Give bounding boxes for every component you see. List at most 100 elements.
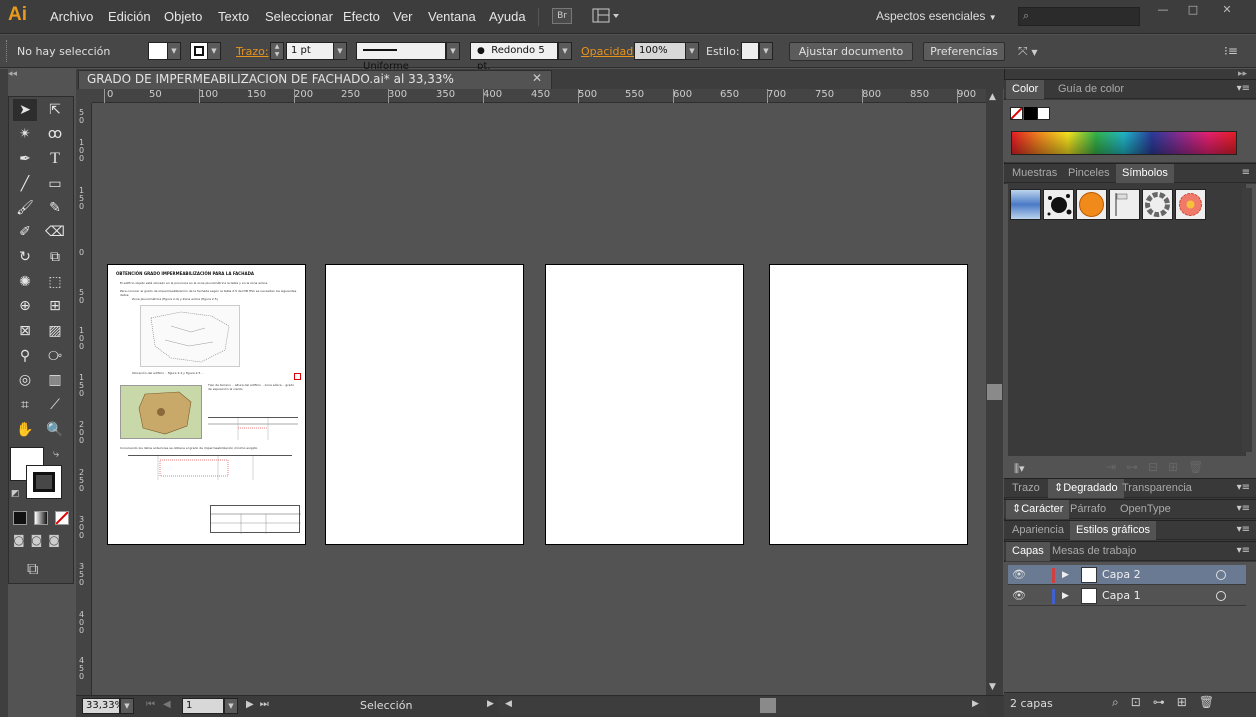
stroke-swatch[interactable]	[190, 42, 208, 60]
stroke-profile-select[interactable]: Uniforme	[356, 42, 446, 72]
tab-transparencia[interactable]: Transparencia	[1116, 479, 1198, 498]
maximize-button[interactable]: □	[1180, 3, 1206, 17]
blend-tool-icon[interactable]: ⧂	[43, 345, 67, 367]
scroll-down-icon[interactable]: ▼	[989, 682, 996, 692]
menu-seleccionar[interactable]: Seleccionar	[265, 9, 333, 24]
tab-color[interactable]: Color	[1006, 80, 1045, 99]
shape-builder-tool-icon[interactable]: ⊕	[13, 295, 37, 317]
control-menu-icon[interactable]: ⁝≡	[1224, 44, 1238, 58]
opacity-input[interactable]: 100%	[634, 42, 686, 60]
zoom-dropdown[interactable]: ▼	[120, 698, 134, 714]
symbol-flower[interactable]	[1175, 189, 1206, 220]
artboard-1[interactable]: OBTENCIÓN GRADO IMPERMEABILIZACIÓN PARA …	[107, 264, 306, 545]
panel-menu-icon[interactable]: ▾≡	[1237, 83, 1250, 94]
tab-parrafo[interactable]: Párrafo	[1064, 500, 1112, 519]
vertical-scroll-thumb[interactable]	[987, 384, 1002, 400]
perspective-grid-tool-icon[interactable]: ⊞	[43, 295, 67, 317]
stroke-color-box[interactable]	[26, 465, 62, 499]
zoom-input[interactable]: 33,33%	[82, 698, 124, 714]
paintbrush-tool-icon[interactable]: 🖌	[13, 197, 37, 219]
artboard-2[interactable]	[325, 264, 524, 545]
tab-capas[interactable]: Capas	[1006, 542, 1050, 561]
tab-simbolos[interactable]: Símbolos	[1116, 164, 1174, 183]
layer-name[interactable]: Capa 1	[1102, 586, 1141, 606]
eye-icon[interactable]: 👁	[1012, 586, 1026, 606]
menu-edicion[interactable]: Edición	[108, 9, 151, 24]
stroke-profile-dropdown[interactable]: ▼	[446, 42, 460, 60]
ruler-origin[interactable]	[76, 89, 92, 103]
symbol-actions-icons[interactable]: ⇥⊶⊟⊞🗑	[1106, 460, 1213, 474]
tab-muestras[interactable]: Muestras	[1006, 164, 1063, 183]
symbol-sprayer-tool-icon[interactable]: ◎	[13, 369, 37, 391]
horizontal-scroll-thumb[interactable]	[760, 698, 776, 713]
menu-texto[interactable]: Texto	[218, 9, 249, 24]
workspace-switcher[interactable]: Aspectos esenciales ▼	[876, 9, 997, 23]
rectangle-tool-icon[interactable]: ▭	[43, 173, 67, 195]
tab-mesas-de-trabajo[interactable]: Mesas de trabajo	[1046, 542, 1142, 561]
symbol-libraries-icon[interactable]: ⫼▾	[1014, 462, 1025, 476]
fill-dropdown[interactable]: ▼	[167, 42, 181, 60]
next-last-artboard-icons[interactable]: ▶⏭	[246, 699, 275, 710]
expand-panels-icon[interactable]: ▸▸	[1238, 69, 1247, 79]
tab-apariencia[interactable]: Apariencia	[1006, 521, 1070, 540]
panel-menu-icon[interactable]: ▾≡	[1237, 545, 1250, 556]
direct-selection-tool-icon[interactable]: ⇱	[43, 99, 67, 121]
swap-colors-icon[interactable]: ⤷	[53, 447, 59, 461]
stroke-weight-dropdown[interactable]: ▼	[333, 42, 347, 60]
scroll-up-icon[interactable]: ▲	[989, 92, 996, 102]
artboard-tool-icon[interactable]: ⌗	[13, 394, 37, 416]
preferences-button[interactable]: Preferencias	[923, 42, 1005, 61]
magic-wand-tool-icon[interactable]: ✴	[13, 123, 37, 145]
symbol-ring[interactable]	[1142, 189, 1173, 220]
screen-mode-icon[interactable]: ⧉	[27, 559, 38, 579]
warp-tool-icon[interactable]: ✺	[13, 271, 37, 293]
stroke-weight-stepper[interactable]: ▲ ▼	[270, 42, 284, 60]
panel-menu-icon[interactable]: ≡	[1242, 167, 1250, 178]
column-graph-tool-icon[interactable]: ▥	[43, 369, 67, 391]
line-tool-icon[interactable]: ╱	[13, 173, 37, 195]
status-menu-icon[interactable]: ▶	[487, 699, 494, 709]
graphic-style-swatch[interactable]	[741, 42, 759, 60]
expand-layer-icon[interactable]: ▶	[1062, 565, 1069, 585]
brush-select[interactable]: ● Redondo 5 pt.	[470, 42, 558, 72]
default-colors-icon[interactable]: ◩	[11, 489, 20, 499]
draw-mode-icons[interactable]: ◙◙◙	[13, 533, 69, 551]
lasso-tool-icon[interactable]: ꝏ	[43, 123, 67, 145]
layer-row[interactable]: 👁 ▶ Capa 2	[1008, 565, 1246, 585]
close-tab-icon[interactable]: ✕	[532, 71, 542, 85]
graphic-style-dropdown[interactable]: ▼	[759, 42, 773, 60]
menu-ayuda[interactable]: Ayuda	[489, 9, 526, 24]
close-window-button[interactable]: ✕	[1214, 3, 1240, 17]
blob-brush-tool-icon[interactable]: ✐	[13, 221, 37, 243]
color-mode-icon[interactable]	[13, 511, 27, 525]
bridge-button[interactable]: Br	[552, 8, 572, 24]
scale-tool-icon[interactable]: ⧉	[43, 246, 67, 268]
menu-efecto[interactable]: Efecto	[343, 9, 380, 24]
gradient-mode-icon[interactable]	[34, 511, 48, 525]
layer-actions-icons[interactable]: ⌕⊡⊶⊞🗑	[1112, 695, 1226, 710]
symbol-splatter[interactable]	[1043, 189, 1074, 220]
opacity-label[interactable]: Opacidad:	[581, 45, 637, 58]
help-search-input[interactable]: ⌕	[1018, 7, 1140, 26]
horizontal-scrollbar[interactable]	[498, 697, 986, 715]
stroke-label[interactable]: Trazo:	[236, 45, 269, 58]
panel-menu-icon[interactable]: ▾≡	[1237, 503, 1250, 514]
artboard-number-input[interactable]: 1	[182, 698, 224, 714]
artboard-3[interactable]	[545, 264, 744, 545]
symbol-orange-button[interactable]	[1076, 189, 1107, 220]
scroll-left-icon[interactable]: ◀	[505, 699, 512, 709]
fill-swatch[interactable]	[148, 42, 168, 60]
type-tool-icon[interactable]: T	[43, 148, 67, 170]
pencil-tool-icon[interactable]: ✎	[43, 197, 67, 219]
tab-pinceles[interactable]: Pinceles	[1062, 164, 1116, 183]
arrange-documents-button[interactable]	[592, 8, 620, 24]
scroll-right-icon[interactable]: ▶	[972, 699, 979, 709]
black-swatch[interactable]	[1024, 107, 1037, 120]
menu-objeto[interactable]: Objeto	[164, 9, 202, 24]
white-swatch[interactable]	[1037, 107, 1050, 120]
color-spectrum[interactable]	[1011, 131, 1237, 155]
symbol-banner[interactable]	[1109, 189, 1140, 220]
tab-opentype[interactable]: OpenType	[1114, 500, 1177, 519]
target-icon[interactable]	[1216, 591, 1226, 601]
eye-icon[interactable]: 👁	[1012, 565, 1026, 585]
